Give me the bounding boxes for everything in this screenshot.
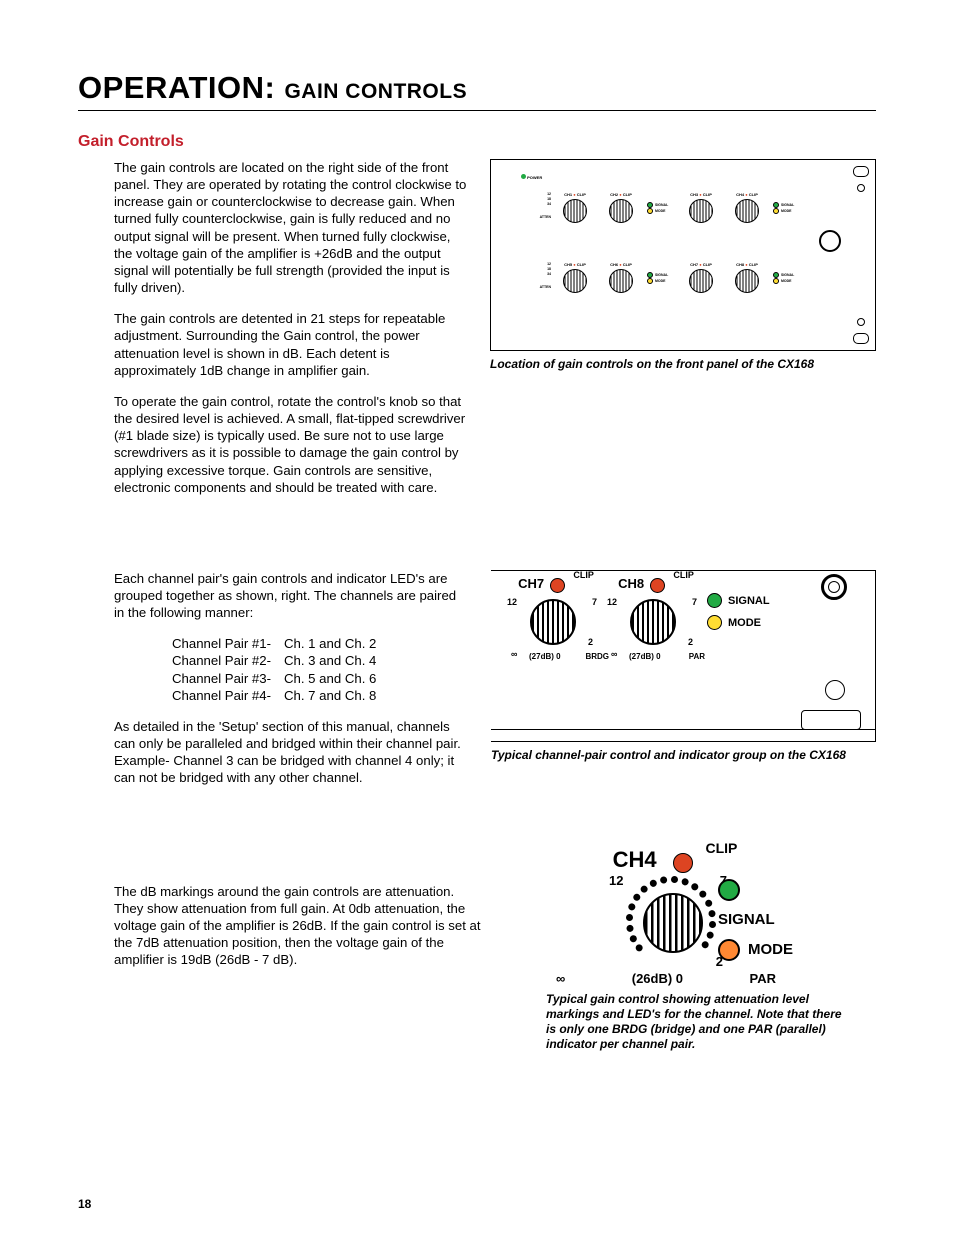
paragraph: The gain controls are located on the rig… — [114, 159, 468, 296]
table-row: Channel Pair #3-Ch. 5 and Ch. 6 — [172, 670, 469, 687]
gain-knob-icon — [630, 599, 676, 645]
title-sub: GAIN CONTROLS — [284, 80, 467, 103]
mini-channel: CH4 ● CLIP — [727, 192, 767, 224]
table-row: Channel Pair #1-Ch. 1 and Ch. 2 — [172, 635, 469, 652]
atten-scale: 12 18 34 ATTEN — [527, 192, 551, 220]
paragraph: The dB markings around the gain controls… — [114, 883, 484, 969]
paragraph: To operate the gain control, rotate the … — [114, 393, 468, 496]
figure-caption: Typical gain control showing attenuation… — [546, 992, 846, 1052]
figure-caption: Typical channel-pair control and indicat… — [491, 748, 876, 763]
mini-channel: CH5 ● CLIP — [555, 262, 595, 294]
figure-channel-pair: CH7 CLIP 12 7 2 ∞ (27dB) 0 BRDG — [491, 570, 876, 742]
mini-side-leds: SIGNAL MODE — [773, 192, 801, 224]
mini-side-leds: SIGNAL MODE — [773, 262, 801, 294]
page-title: OPERATION: GAIN CONTROLS — [78, 70, 876, 106]
title-main: OPERATION: — [78, 70, 275, 105]
indicator-leds: SIGNAL MODE — [707, 590, 770, 634]
mini-side-leds: SIGNAL MODE — [647, 262, 675, 294]
title-rule — [78, 110, 876, 111]
mini-channel: CH3 ● CLIP — [681, 192, 721, 224]
power-label: POWER — [521, 174, 542, 180]
mini-channel: CH7 ● CLIP — [681, 262, 721, 294]
paragraph: Each channel pair's gain controls and in… — [114, 570, 469, 621]
paragraph: As detailed in the 'Setup' section of th… — [114, 718, 469, 787]
mini-channel: CH2 ● CLIP — [601, 192, 641, 224]
paragraph: The gain controls are detented in 21 ste… — [114, 310, 468, 379]
page-number: 18 — [78, 1197, 91, 1211]
figure-front-panel: 12 18 34 ATTEN POWER CH1 ● CLIP CH2 — [490, 159, 876, 351]
table-row: Channel Pair #4-Ch. 7 and Ch. 8 — [172, 687, 469, 704]
gain-control: CH7 CLIP 12 7 2 ∞ (27dB) 0 BRDG — [511, 576, 595, 647]
mini-side-leds: SIGNAL MODE — [647, 192, 675, 224]
section-heading: Gain Controls — [78, 133, 876, 151]
mini-channel: CH8 ● CLIP — [727, 262, 767, 294]
gain-knob-icon — [530, 599, 576, 645]
channel-pair-table: Channel Pair #1-Ch. 1 and Ch. 2 Channel … — [172, 635, 469, 704]
indicator-leds: SIGNAL MODE — [718, 875, 796, 965]
mini-channel: CH1 ● CLIP — [555, 192, 595, 224]
gain-control: CH8 CLIP 12 7 2 ∞ (27dB) 0 PAR — [611, 576, 695, 647]
table-row: Channel Pair #2-Ch. 3 and Ch. 4 — [172, 652, 469, 669]
figure-single-channel: CH4 CLIP 12 7 — [546, 847, 796, 986]
mini-channel: CH6 ● CLIP — [601, 262, 641, 294]
figure-caption: Location of gain controls on the front p… — [490, 357, 876, 372]
atten-scale: 12 18 34 ATTEN — [527, 262, 551, 290]
gain-knob-icon — [643, 893, 703, 953]
